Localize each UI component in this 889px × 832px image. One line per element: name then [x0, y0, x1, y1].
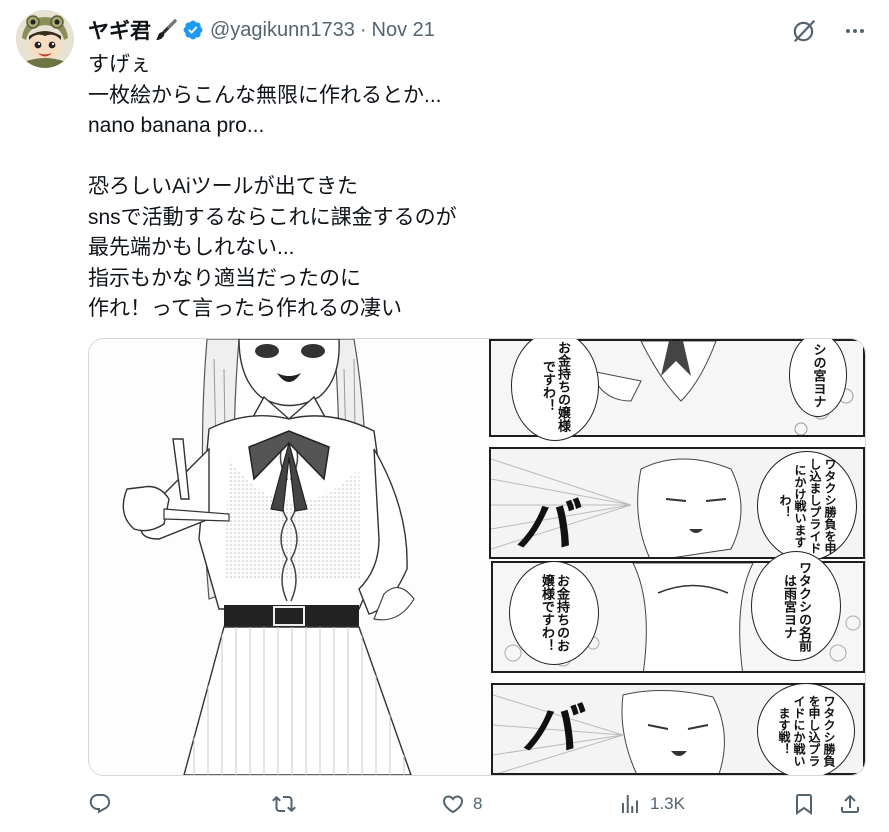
user-handle[interactable]: @yagikunn1733: [210, 19, 355, 42]
like-count: 8: [473, 794, 483, 813]
avatar-illustration: [16, 10, 74, 68]
grok-icon[interactable]: [791, 18, 817, 44]
speech-bubble: ワタクシ勝負を申し込ましプライドにかけ戦いますわ！: [757, 451, 857, 561]
like-button[interactable]: 8: [441, 792, 482, 816]
tweet-text-line: snsで活動するならこれに課金するのが: [88, 205, 457, 229]
tweet-text-line: すげぇ: [88, 53, 151, 76]
reply-icon: [88, 792, 112, 816]
tweet-top-actions: [791, 18, 867, 44]
tweet-action-bar: 8 1.3K: [88, 792, 864, 826]
display-name[interactable]: ヤギ君: [88, 15, 151, 45]
retweet-button[interactable]: [272, 792, 304, 816]
tweet-text-line: 指示もかなり適当だったのに: [88, 266, 361, 290]
character-illustration: [89, 339, 489, 775]
bookmark-icon: [792, 792, 816, 816]
tweet-text-line: nano banana pro...: [88, 114, 265, 137]
views-button[interactable]: 1.3K: [618, 792, 685, 816]
bookmark-button[interactable]: [792, 792, 816, 816]
tweet-text-line: 一枚絵からこんな無限に作れるとか...: [88, 83, 442, 107]
verified-badge-icon[interactable]: [182, 19, 204, 41]
paintbrush-icon: [154, 18, 178, 42]
speech-bubble: ワタクシの名前は雨宮ヨナ: [751, 551, 841, 661]
speech-bubble: ワタクシ勝負を申し込プライドにか戦います戦！: [757, 683, 855, 775]
tweet-text: すげぇ 一枚絵からこんな無限に作れるとか... nano banana pro.…: [88, 50, 848, 325]
reply-button[interactable]: [88, 792, 120, 816]
tweet-media[interactable]: お金持ちの嬢様ですわ！ シの宮ヨナ バ ワタクシ勝負を申し込ましプライドにかけ戦…: [88, 338, 866, 776]
tweet-text-line: [88, 142, 848, 173]
separator-dot: ·: [359, 18, 367, 41]
media-image-character[interactable]: [89, 339, 489, 775]
speech-bubble: お金持ちのお嬢様ですわ！: [509, 561, 599, 665]
retweet-icon: [272, 792, 296, 816]
share-icon: [838, 792, 862, 816]
tweet-text-line: 最先端かもしれない...: [88, 236, 295, 259]
tweet-text-line: 作れ！って言ったら作れるの凄い: [88, 297, 402, 320]
avatar[interactable]: [16, 10, 74, 68]
tweet-date[interactable]: Nov 21: [372, 19, 435, 42]
more-icon[interactable]: [843, 19, 867, 43]
media-image-manga[interactable]: お金持ちの嬢様ですわ！ シの宮ヨナ バ ワタクシ勝負を申し込ましプライドにかけ戦…: [489, 339, 865, 775]
tweet-header: ヤギ君 @yagikunn1733 · Nov 21: [88, 16, 435, 44]
views-count: 1.3K: [650, 794, 685, 813]
views-icon: [618, 792, 642, 816]
tweet-text-line: 恐ろしいAiツールが出てきた: [88, 175, 359, 198]
share-button[interactable]: [838, 792, 862, 816]
heart-icon: [441, 792, 465, 816]
